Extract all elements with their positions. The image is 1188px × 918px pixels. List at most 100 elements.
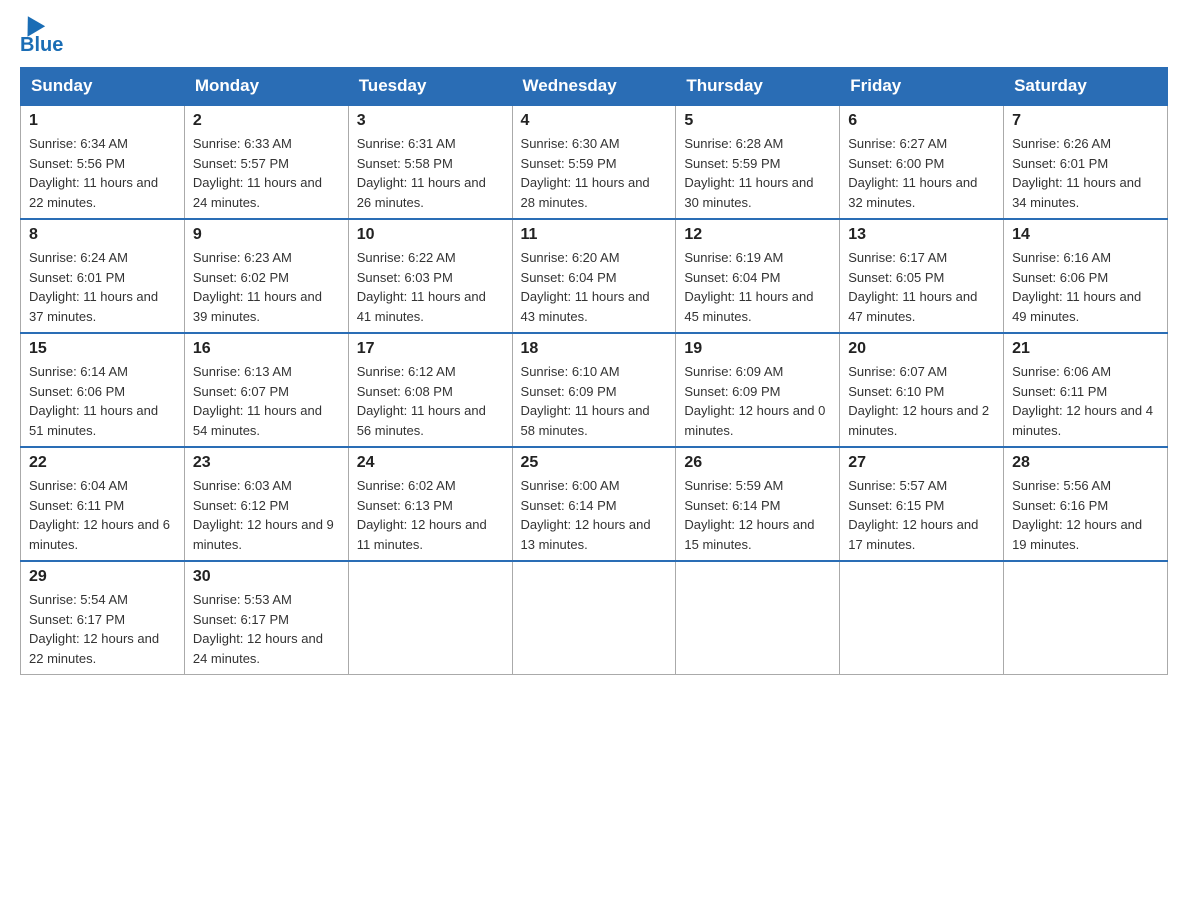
calendar-cell: 26 Sunrise: 5:59 AMSunset: 6:14 PMDayligh… [676, 447, 840, 561]
calendar-cell: 8 Sunrise: 6:24 AMSunset: 6:01 PMDaylight… [21, 219, 185, 333]
day-info: Sunrise: 6:22 AMSunset: 6:03 PMDaylight:… [357, 248, 504, 326]
weekday-header-tuesday: Tuesday [348, 68, 512, 106]
day-number: 1 [29, 112, 176, 130]
day-info: Sunrise: 6:02 AMSunset: 6:13 PMDaylight:… [357, 476, 504, 554]
day-info: Sunrise: 5:57 AMSunset: 6:15 PMDaylight:… [848, 476, 995, 554]
day-info: Sunrise: 5:56 AMSunset: 6:16 PMDaylight:… [1012, 476, 1159, 554]
day-number: 18 [521, 340, 668, 358]
day-info: Sunrise: 6:30 AMSunset: 5:59 PMDaylight:… [521, 134, 668, 212]
calendar-cell: 4 Sunrise: 6:30 AMSunset: 5:59 PMDaylight… [512, 105, 676, 219]
calendar-cell: 20 Sunrise: 6:07 AMSunset: 6:10 PMDayligh… [840, 333, 1004, 447]
calendar-cell: 24 Sunrise: 6:02 AMSunset: 6:13 PMDayligh… [348, 447, 512, 561]
calendar-cell: 5 Sunrise: 6:28 AMSunset: 5:59 PMDaylight… [676, 105, 840, 219]
day-info: Sunrise: 6:03 AMSunset: 6:12 PMDaylight:… [193, 476, 340, 554]
calendar-cell: 12 Sunrise: 6:19 AMSunset: 6:04 PMDayligh… [676, 219, 840, 333]
day-number: 2 [193, 112, 340, 130]
day-info: Sunrise: 5:53 AMSunset: 6:17 PMDaylight:… [193, 590, 340, 668]
day-info: Sunrise: 6:13 AMSunset: 6:07 PMDaylight:… [193, 362, 340, 440]
day-number: 21 [1012, 340, 1159, 358]
day-number: 10 [357, 226, 504, 244]
calendar-cell [512, 561, 676, 675]
calendar-cell: 29Sunrise: 5:54 AMSunset: 6:17 PMDayligh… [21, 561, 185, 675]
day-info: Sunrise: 6:31 AMSunset: 5:58 PMDaylight:… [357, 134, 504, 212]
day-number: 4 [521, 112, 668, 130]
day-number: 12 [684, 226, 831, 244]
calendar-cell: 19 Sunrise: 6:09 AMSunset: 6:09 PMDayligh… [676, 333, 840, 447]
calendar-cell: 2 Sunrise: 6:33 AMSunset: 5:57 PMDaylight… [184, 105, 348, 219]
day-number: 24 [357, 454, 504, 472]
calendar-cell: 23Sunrise: 6:03 AMSunset: 6:12 PMDayligh… [184, 447, 348, 561]
weekday-header-monday: Monday [184, 68, 348, 106]
calendar-cell: 17 Sunrise: 6:12 AMSunset: 6:08 PMDayligh… [348, 333, 512, 447]
day-info: Sunrise: 6:19 AMSunset: 6:04 PMDaylight:… [684, 248, 831, 326]
week-row-4: 22Sunrise: 6:04 AMSunset: 6:11 PMDayligh… [21, 447, 1168, 561]
page-header: Blue [20, 20, 1168, 57]
weekday-header-row: SundayMondayTuesdayWednesdayThursdayFrid… [21, 68, 1168, 106]
weekday-header-thursday: Thursday [676, 68, 840, 106]
calendar-cell: 18 Sunrise: 6:10 AMSunset: 6:09 PMDayligh… [512, 333, 676, 447]
day-number: 8 [29, 226, 176, 244]
calendar-cell: 28 Sunrise: 5:56 AMSunset: 6:16 PMDayligh… [1004, 447, 1168, 561]
calendar-cell: 10 Sunrise: 6:22 AMSunset: 6:03 PMDayligh… [348, 219, 512, 333]
calendar-cell: 1 Sunrise: 6:34 AMSunset: 5:56 PMDaylight… [21, 105, 185, 219]
day-number: 30 [193, 568, 340, 586]
day-number: 15 [29, 340, 176, 358]
calendar-cell: 14 Sunrise: 6:16 AMSunset: 6:06 PMDayligh… [1004, 219, 1168, 333]
day-number: 16 [193, 340, 340, 358]
weekday-header-saturday: Saturday [1004, 68, 1168, 106]
week-row-2: 8 Sunrise: 6:24 AMSunset: 6:01 PMDaylight… [21, 219, 1168, 333]
day-number: 13 [848, 226, 995, 244]
calendar-cell: 6Sunrise: 6:27 AMSunset: 6:00 PMDaylight… [840, 105, 1004, 219]
day-number: 26 [684, 454, 831, 472]
day-info: Sunrise: 5:54 AMSunset: 6:17 PMDaylight:… [29, 590, 176, 668]
week-row-3: 15 Sunrise: 6:14 AMSunset: 6:06 PMDayligh… [21, 333, 1168, 447]
day-number: 20 [848, 340, 995, 358]
day-number: 5 [684, 112, 831, 130]
calendar-table: SundayMondayTuesdayWednesdayThursdayFrid… [20, 67, 1168, 675]
weekday-header-wednesday: Wednesday [512, 68, 676, 106]
day-number: 9 [193, 226, 340, 244]
calendar-cell [1004, 561, 1168, 675]
day-info: Sunrise: 5:59 AMSunset: 6:14 PMDaylight:… [684, 476, 831, 554]
day-info: Sunrise: 6:24 AMSunset: 6:01 PMDaylight:… [29, 248, 176, 326]
day-info: Sunrise: 6:26 AMSunset: 6:01 PMDaylight:… [1012, 134, 1159, 212]
calendar-cell: 3Sunrise: 6:31 AMSunset: 5:58 PMDaylight… [348, 105, 512, 219]
day-info: Sunrise: 6:14 AMSunset: 6:06 PMDaylight:… [29, 362, 176, 440]
day-number: 11 [521, 226, 668, 244]
calendar-cell [840, 561, 1004, 675]
day-info: Sunrise: 6:33 AMSunset: 5:57 PMDaylight:… [193, 134, 340, 212]
day-info: Sunrise: 6:10 AMSunset: 6:09 PMDaylight:… [521, 362, 668, 440]
calendar-cell: 11 Sunrise: 6:20 AMSunset: 6:04 PMDayligh… [512, 219, 676, 333]
day-number: 25 [521, 454, 668, 472]
week-row-1: 1 Sunrise: 6:34 AMSunset: 5:56 PMDaylight… [21, 105, 1168, 219]
day-number: 17 [357, 340, 504, 358]
day-info: Sunrise: 6:23 AMSunset: 6:02 PMDaylight:… [193, 248, 340, 326]
weekday-header-sunday: Sunday [21, 68, 185, 106]
day-info: Sunrise: 6:12 AMSunset: 6:08 PMDaylight:… [357, 362, 504, 440]
day-info: Sunrise: 6:07 AMSunset: 6:10 PMDaylight:… [848, 362, 995, 440]
day-number: 27 [848, 454, 995, 472]
day-number: 14 [1012, 226, 1159, 244]
day-number: 28 [1012, 454, 1159, 472]
day-number: 19 [684, 340, 831, 358]
calendar-cell: 25 Sunrise: 6:00 AMSunset: 6:14 PMDayligh… [512, 447, 676, 561]
day-info: Sunrise: 6:16 AMSunset: 6:06 PMDaylight:… [1012, 248, 1159, 326]
day-info: Sunrise: 6:17 AMSunset: 6:05 PMDaylight:… [848, 248, 995, 326]
day-info: Sunrise: 6:28 AMSunset: 5:59 PMDaylight:… [684, 134, 831, 212]
calendar-cell: 15 Sunrise: 6:14 AMSunset: 6:06 PMDayligh… [21, 333, 185, 447]
calendar-cell [676, 561, 840, 675]
logo-subtitle: Blue [20, 34, 63, 57]
day-info: Sunrise: 6:27 AMSunset: 6:00 PMDaylight:… [848, 134, 995, 212]
day-info: Sunrise: 6:34 AMSunset: 5:56 PMDaylight:… [29, 134, 176, 212]
calendar-cell: 27 Sunrise: 5:57 AMSunset: 6:15 PMDayligh… [840, 447, 1004, 561]
day-number: 7 [1012, 112, 1159, 130]
calendar-cell: 9 Sunrise: 6:23 AMSunset: 6:02 PMDaylight… [184, 219, 348, 333]
day-info: Sunrise: 6:09 AMSunset: 6:09 PMDaylight:… [684, 362, 831, 440]
day-info: Sunrise: 6:00 AMSunset: 6:14 PMDaylight:… [521, 476, 668, 554]
calendar-cell: 7 Sunrise: 6:26 AMSunset: 6:01 PMDaylight… [1004, 105, 1168, 219]
day-info: Sunrise: 6:20 AMSunset: 6:04 PMDaylight:… [521, 248, 668, 326]
calendar-cell: 16 Sunrise: 6:13 AMSunset: 6:07 PMDayligh… [184, 333, 348, 447]
week-row-5: 29Sunrise: 5:54 AMSunset: 6:17 PMDayligh… [21, 561, 1168, 675]
calendar-cell: 22Sunrise: 6:04 AMSunset: 6:11 PMDayligh… [21, 447, 185, 561]
weekday-header-friday: Friday [840, 68, 1004, 106]
